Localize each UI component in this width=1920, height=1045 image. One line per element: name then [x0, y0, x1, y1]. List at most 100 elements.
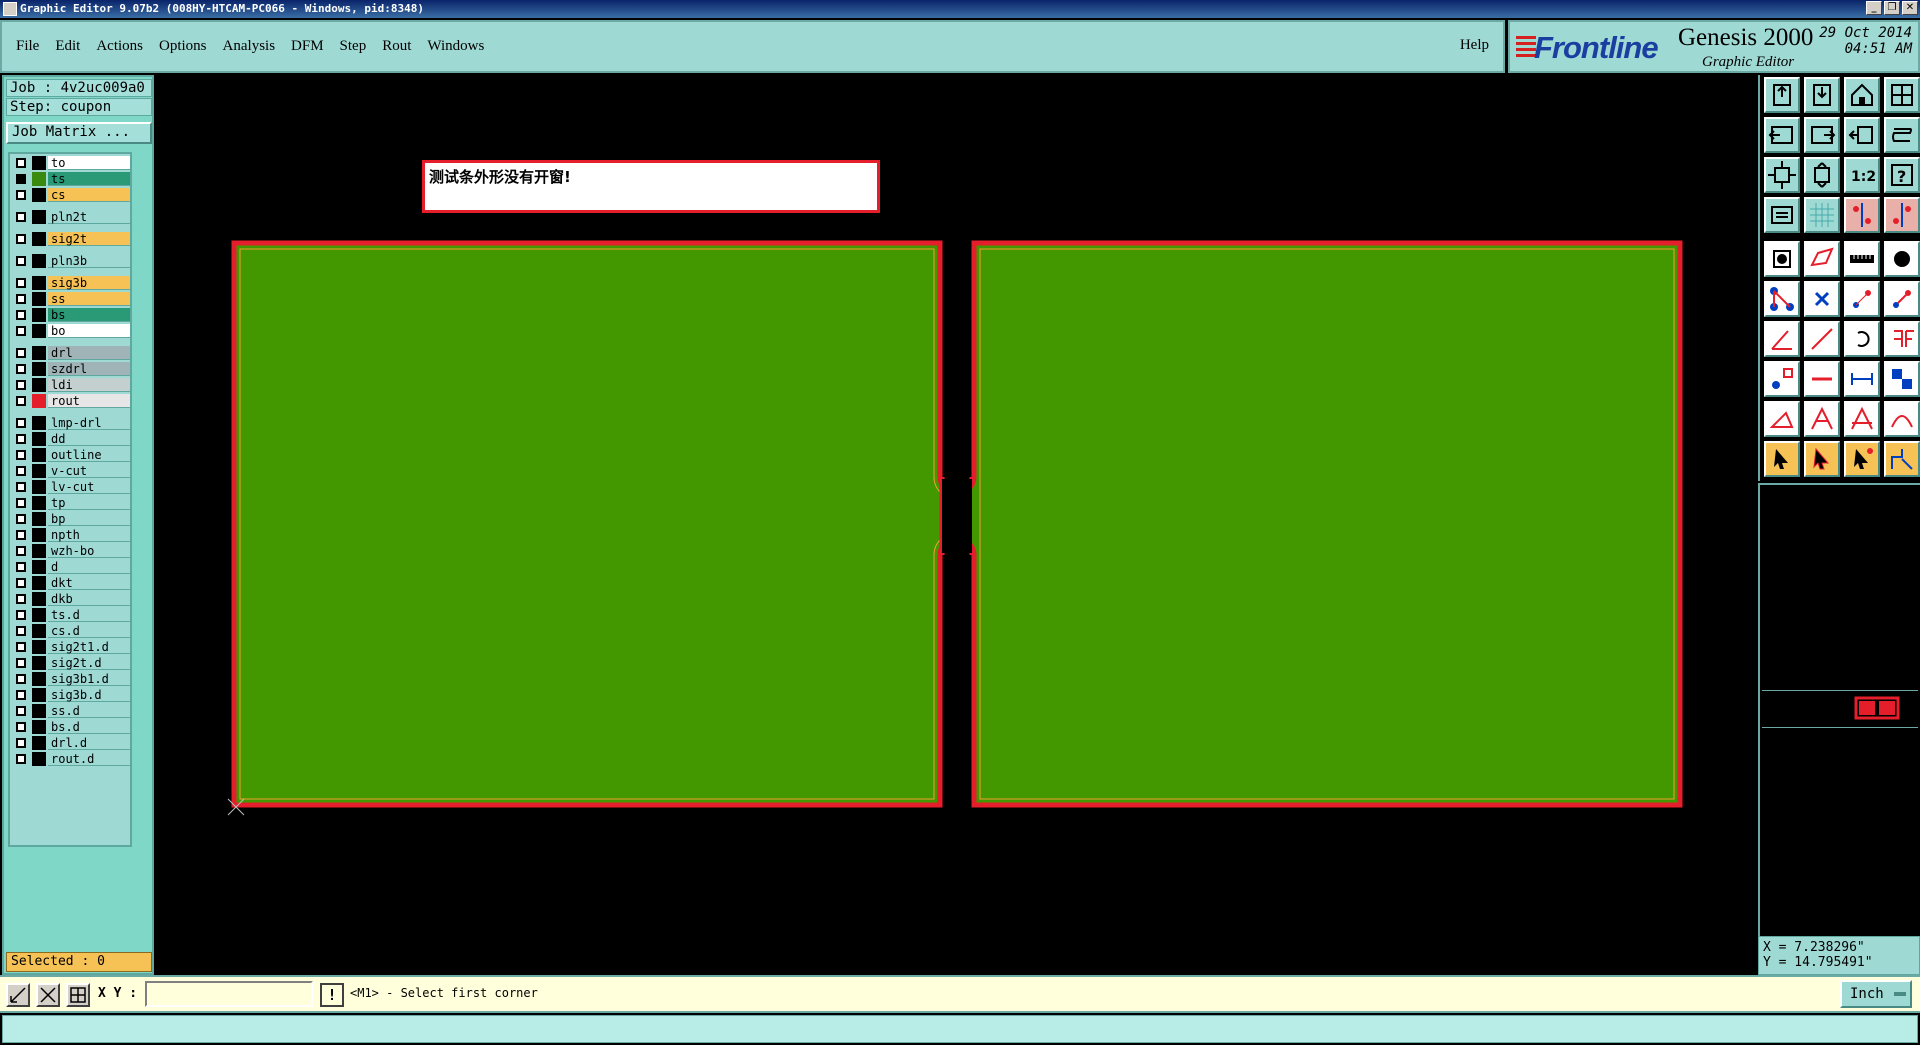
open-tool-button[interactable]: [1764, 77, 1800, 113]
connect-tool-button[interactable]: [1764, 281, 1800, 317]
layer-checkbox[interactable]: [16, 310, 26, 320]
scale-1to2-tool-button[interactable]: 1:2: [1844, 157, 1880, 193]
zoom-fit-tool-button[interactable]: [1764, 157, 1800, 193]
arch-tool-button[interactable]: [1844, 401, 1880, 437]
layer-checkbox[interactable]: [16, 562, 26, 572]
job-matrix-button[interactable]: Job Matrix ...: [6, 122, 152, 144]
arrow-up-tool-button[interactable]: [1804, 401, 1840, 437]
layer-row[interactable]: lmp-drl: [12, 416, 130, 430]
layer-color-swatch[interactable]: [32, 592, 46, 606]
layer-row[interactable]: sig2t: [12, 232, 130, 246]
layer-color-swatch[interactable]: [32, 496, 46, 510]
layer-row[interactable]: to: [12, 156, 130, 170]
layer-color-swatch[interactable]: [32, 172, 46, 186]
layer-name[interactable]: dkt: [48, 576, 130, 590]
resize-tool-button[interactable]: [1764, 361, 1800, 397]
grid-tool-button[interactable]: [1804, 197, 1840, 233]
layer-name[interactable]: ss.d: [48, 704, 130, 718]
layer-color-swatch[interactable]: [32, 448, 46, 462]
layer-color-swatch[interactable]: [32, 378, 46, 392]
circle-tool-button[interactable]: [1884, 241, 1920, 277]
layer-name[interactable]: sig3b: [48, 276, 130, 290]
layer-checkbox[interactable]: [16, 498, 26, 508]
layer-checkbox[interactable]: [16, 278, 26, 288]
graphic-canvas[interactable]: 测试条外形没有开窗!: [156, 75, 1758, 975]
layer-color-swatch[interactable]: [32, 188, 46, 202]
layer-name[interactable]: szdrl: [48, 362, 130, 376]
layer-name[interactable]: cs: [48, 188, 130, 202]
layer-checkbox[interactable]: [16, 722, 26, 732]
pan-right-tool-button[interactable]: [1804, 117, 1840, 153]
layer-checkbox[interactable]: [16, 174, 26, 184]
layer-row[interactable]: d: [12, 560, 130, 574]
layer-color-swatch[interactable]: [32, 624, 46, 638]
layer-row[interactable]: sig3b1.d: [12, 672, 130, 686]
net-tool-button[interactable]: [1884, 361, 1920, 397]
layer-name[interactable]: wzh-bo: [48, 544, 130, 558]
layer-row[interactable]: npth: [12, 528, 130, 542]
minimize-button[interactable]: _: [1866, 1, 1882, 15]
layer-row[interactable]: ts.d: [12, 608, 130, 622]
menu-actions[interactable]: Actions: [96, 38, 143, 55]
layer-name[interactable]: rout.d: [48, 752, 130, 766]
layer-name[interactable]: sig2t1.d: [48, 640, 130, 654]
layer-color-swatch[interactable]: [32, 736, 46, 750]
layer-color-swatch[interactable]: [32, 752, 46, 766]
layer-name[interactable]: bp: [48, 512, 130, 526]
measure-tool-button[interactable]: [1844, 241, 1880, 277]
restore-button[interactable]: ❐: [1884, 1, 1900, 15]
home-tool-button[interactable]: [1844, 77, 1880, 113]
pan-left-tool-button[interactable]: [1764, 117, 1800, 153]
delete-tool-button[interactable]: [1804, 281, 1840, 317]
layer-row[interactable]: sig2t1.d: [12, 640, 130, 654]
layer-checkbox[interactable]: [16, 706, 26, 716]
layer-row[interactable]: sig3b: [12, 276, 130, 290]
layer-row[interactable]: wzh-bo: [12, 544, 130, 558]
layer-color-swatch[interactable]: [32, 480, 46, 494]
layer-name[interactable]: to: [48, 156, 130, 170]
layer-row[interactable]: rout: [12, 394, 130, 408]
layer-checkbox[interactable]: [16, 674, 26, 684]
route-tool-button[interactable]: [1884, 441, 1920, 477]
layer-name[interactable]: pln2t: [48, 210, 130, 224]
layer-color-swatch[interactable]: [32, 640, 46, 654]
split-view-tool-button[interactable]: [1884, 77, 1920, 113]
layer-name[interactable]: sig2t.d: [48, 656, 130, 670]
layer-name[interactable]: ss: [48, 292, 130, 306]
layer-color-swatch[interactable]: [32, 688, 46, 702]
layer-list-scrollbar[interactable]: [134, 152, 150, 847]
layer-row[interactable]: sig3b.d: [12, 688, 130, 702]
layer-name[interactable]: pln3b: [48, 254, 130, 268]
layer-name[interactable]: sig2t: [48, 232, 130, 246]
copy-tool-button[interactable]: [1884, 281, 1920, 317]
layer-color-swatch[interactable]: [32, 324, 46, 338]
layer-checkbox[interactable]: [16, 364, 26, 374]
cut-line-tool-button[interactable]: [1804, 361, 1840, 397]
layer-color-swatch[interactable]: [32, 362, 46, 376]
save-tool-button[interactable]: [1804, 77, 1840, 113]
cross-toggle-button[interactable]: [36, 983, 60, 1007]
layer-name[interactable]: bo: [48, 324, 130, 338]
layer-row[interactable]: bp: [12, 512, 130, 526]
close-button[interactable]: ✕: [1902, 1, 1918, 15]
layer-checkbox[interactable]: [16, 610, 26, 620]
layer-checkbox[interactable]: [16, 658, 26, 668]
layer-checkbox[interactable]: [16, 396, 26, 406]
layer-name[interactable]: v-cut: [48, 464, 130, 478]
layer-color-swatch[interactable]: [32, 464, 46, 478]
layer-color-swatch[interactable]: [32, 560, 46, 574]
layer-color-swatch[interactable]: [32, 210, 46, 224]
layer-row[interactable]: ss: [12, 292, 130, 306]
layer-row[interactable]: lv-cut: [12, 480, 130, 494]
layer-checkbox[interactable]: [16, 434, 26, 444]
layer-row[interactable]: cs: [12, 188, 130, 202]
layer-row[interactable]: ts: [12, 172, 130, 186]
layer-color-swatch[interactable]: [32, 720, 46, 734]
layer-name[interactable]: ldi: [48, 378, 130, 392]
pan-down-tool-button[interactable]: [1884, 117, 1920, 153]
pan-up-tool-button[interactable]: [1844, 117, 1880, 153]
layer-row[interactable]: pln3b: [12, 254, 130, 268]
menu-file[interactable]: File: [16, 38, 39, 55]
layer-checkbox[interactable]: [16, 482, 26, 492]
menu-options[interactable]: Options: [159, 38, 207, 55]
